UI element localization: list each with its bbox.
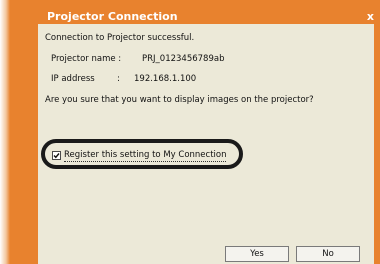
ip-address-separator: : — [117, 74, 120, 84]
yes-button[interactable]: Yes — [225, 246, 289, 262]
confirmation-question: Are you sure that you want to display im… — [45, 95, 314, 105]
register-setting-checkbox[interactable] — [52, 151, 61, 160]
dialog-frame: Projector Connection x Connection to Pro… — [0, 0, 380, 264]
ip-address-label: IP address — [51, 74, 95, 84]
title-bar: Projector Connection x — [38, 10, 380, 24]
ip-address-value: 192.168.1.100 — [134, 74, 197, 84]
projector-name-value: PRJ_0123456789ab — [142, 54, 225, 64]
register-setting-row[interactable]: Register this setting to My Connection — [52, 150, 227, 162]
close-icon[interactable]: x — [367, 10, 374, 24]
window-title: Projector Connection — [47, 10, 178, 23]
no-button[interactable]: No — [296, 246, 360, 262]
status-message: Connection to Projector successful. — [45, 33, 195, 43]
frame-edge-fade — [0, 0, 10, 264]
checkmark-icon — [53, 153, 60, 159]
register-setting-label[interactable]: Register this setting to My Connection — [64, 150, 227, 162]
dialog-content: Connection to Projector successful. Proj… — [38, 24, 374, 264]
projector-name-label: Projector name : — [51, 54, 122, 64]
